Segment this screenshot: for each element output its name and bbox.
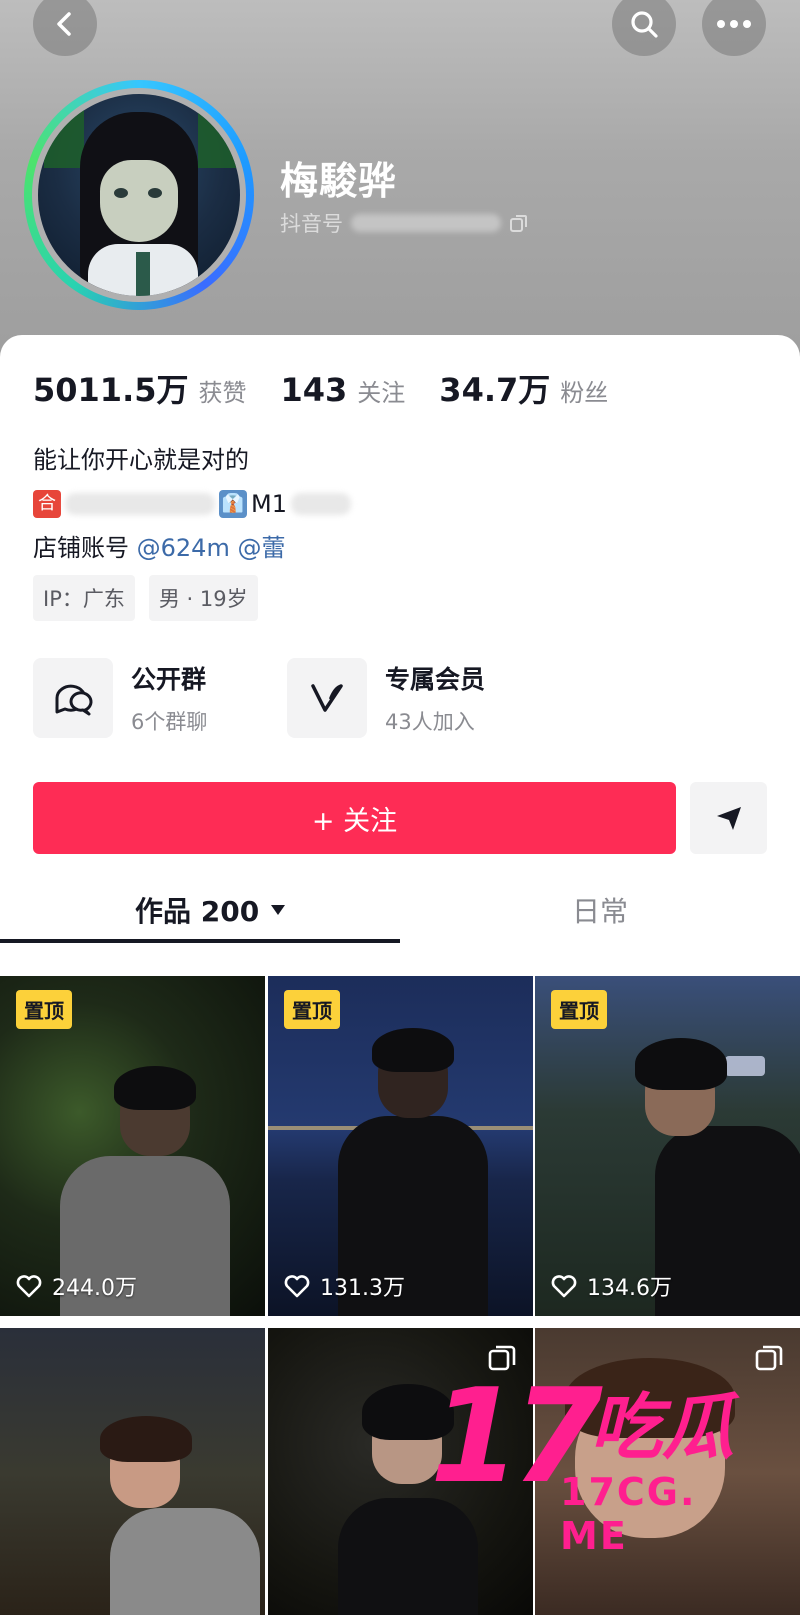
thumbnail-figure — [110, 1508, 260, 1615]
tab-daily[interactable]: 日常 — [572, 880, 628, 940]
thumbnail-figure — [635, 1038, 727, 1090]
heart-icon — [16, 1275, 42, 1298]
watermark-site: 17CG. ME — [560, 1470, 697, 1558]
thumbnail-figure — [655, 1126, 800, 1316]
bio-line: 能让你开心就是对的 — [33, 446, 249, 474]
stat-followers[interactable]: 34.7万 粉丝 — [439, 365, 608, 411]
thumbnail-figure — [114, 1066, 196, 1110]
thumbnail-street-light — [725, 1056, 765, 1076]
bio-line: 合 👔 M1 — [33, 482, 351, 526]
stat-label: 关注 — [357, 379, 406, 407]
profile-tags: IP：广东 男 · 19岁 — [33, 575, 258, 621]
blurred-text — [65, 493, 215, 515]
avatar[interactable] — [24, 80, 254, 310]
likes-count: 244.0万 — [52, 1276, 137, 1301]
douyin-id-label: 抖音号 — [280, 212, 343, 236]
vip-icon — [287, 658, 367, 738]
stat-number: 5011.5万 — [33, 371, 189, 409]
thumbnail-figure — [372, 1028, 454, 1072]
watermark-logo: 17 吃瓜 17CG. ME — [430, 1360, 770, 1558]
bio: 能让你开心就是对的 合 👔 M1 店铺账号 @624m @蕾 — [33, 438, 351, 570]
heart-icon — [284, 1275, 310, 1298]
post-tile[interactable]: 置顶 244.0万 — [0, 976, 265, 1316]
blurred-id — [351, 214, 501, 232]
post-tile[interactable] — [0, 1328, 265, 1615]
send-icon — [716, 807, 741, 830]
feature-subtitle: 6个群聊 — [131, 710, 208, 734]
search-button[interactable] — [612, 0, 676, 56]
emoji-he-icon: 合 — [33, 490, 61, 518]
ip-tag: IP：广东 — [33, 575, 135, 621]
douyin-id[interactable]: 抖音号 — [280, 208, 529, 238]
stat-label: 粉丝 — [560, 379, 609, 407]
bio-text: M1 — [251, 490, 287, 518]
profile-header: 梅駿骅 抖音号 — [0, 0, 800, 380]
tab-works[interactable]: 作品 200 — [135, 880, 287, 940]
tab-indicator — [0, 939, 400, 943]
stats-row: 5011.5万 获赞 143 关注 34.7万 粉丝 — [33, 365, 608, 411]
post-likes: 134.6万 — [551, 1270, 672, 1302]
stat-likes[interactable]: 5011.5万 获赞 — [33, 365, 247, 411]
heart-icon — [551, 1275, 577, 1298]
stat-following[interactable]: 143 关注 — [281, 371, 406, 409]
tab-label: 作品 200 — [135, 895, 260, 928]
post-tile[interactable]: 置顶 131.3万 — [268, 976, 533, 1316]
avatar-image — [38, 94, 240, 296]
emoji-tie-icon: 👔 — [219, 490, 247, 518]
gender-age-tag: 男 · 19岁 — [148, 575, 258, 621]
more-button[interactable] — [702, 0, 766, 56]
follow-button[interactable]: + 关注 — [33, 782, 676, 854]
caret-down-icon — [271, 905, 286, 915]
chevron-left-icon — [57, 12, 71, 36]
chat-group-icon — [33, 658, 113, 738]
post-likes: 244.0万 — [16, 1270, 137, 1302]
mention-link[interactable]: @624m — [137, 534, 230, 562]
tab-label: 日常 — [572, 895, 629, 928]
likes-count: 134.6万 — [587, 1276, 672, 1301]
post-likes: 131.3万 — [284, 1270, 405, 1302]
share-button[interactable] — [690, 782, 767, 854]
likes-count: 131.3万 — [320, 1276, 405, 1301]
feature-subtitle: 43人加入 — [385, 710, 475, 734]
feature-title: 专属会员 — [385, 665, 486, 694]
stat-number: 143 — [280, 371, 348, 409]
back-button[interactable] — [33, 0, 97, 56]
pinned-badge: 置顶 — [284, 990, 340, 1029]
follow-label: + 关注 — [311, 805, 398, 837]
pinned-badge: 置顶 — [16, 990, 72, 1029]
feature-title: 公开群 — [131, 665, 207, 694]
bio-shop-label: 店铺账号 — [33, 534, 129, 562]
pinned-badge: 置顶 — [551, 990, 607, 1029]
blurred-text — [290, 493, 351, 515]
username: 梅駿骅 — [280, 159, 398, 203]
public-group-entry[interactable]: 公开群 6个群聊 — [33, 658, 207, 738]
more-dots-icon — [717, 20, 751, 28]
stat-label: 获赞 — [198, 379, 247, 407]
mention-link[interactable]: @蕾 — [237, 534, 285, 562]
stat-number: 34.7万 — [439, 371, 551, 409]
vip-membership-entry[interactable]: 专属会员 43人加入 — [287, 658, 485, 738]
post-tile[interactable]: 置顶 134.6万 — [535, 976, 800, 1316]
watermark-text: 吃瓜 — [590, 1385, 735, 1469]
search-icon — [631, 11, 658, 38]
bio-line: 店铺账号 @624m @蕾 — [33, 526, 351, 570]
copy-icon[interactable] — [509, 213, 529, 233]
thumbnail-figure — [100, 1416, 192, 1462]
